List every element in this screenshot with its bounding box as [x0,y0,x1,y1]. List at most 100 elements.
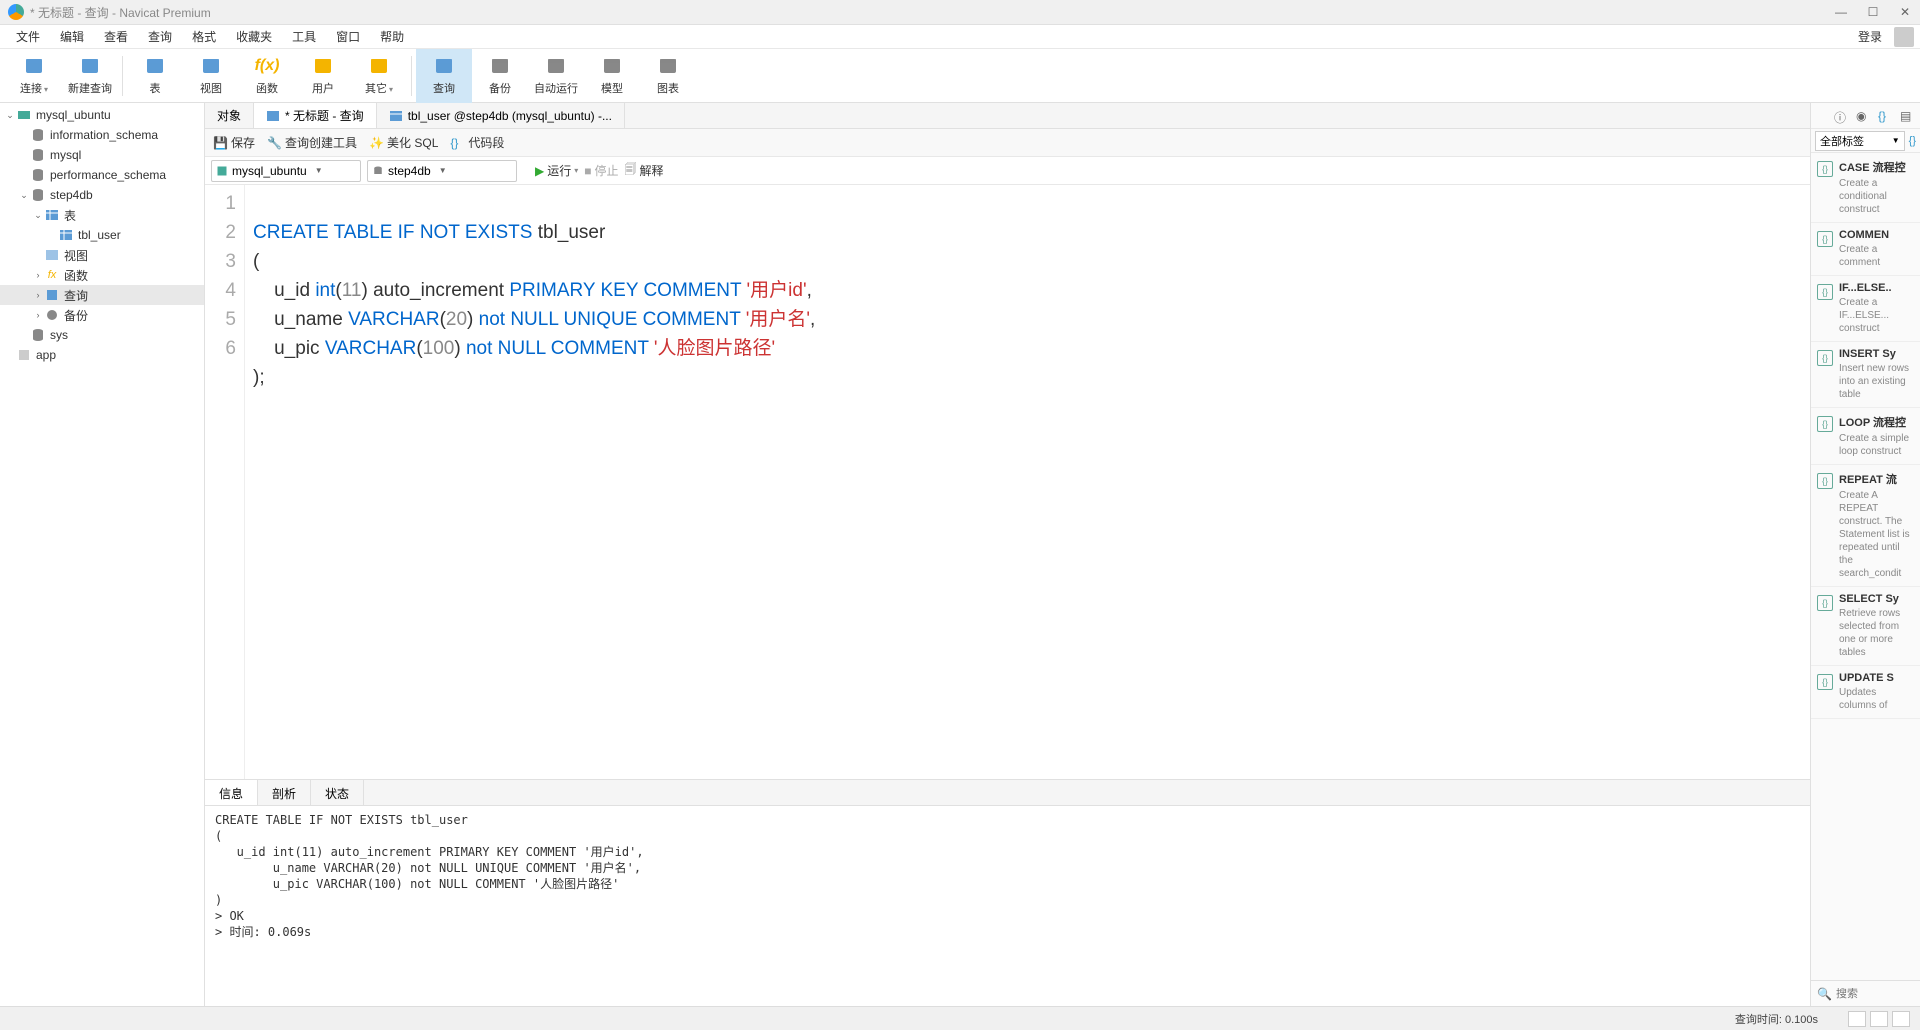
tree-tbl_user[interactable]: tbl_user [0,225,204,245]
braces-icon[interactable]: {} [1909,135,1916,147]
code-snippet-button[interactable]: {}代码段 [450,134,504,151]
tree-备份[interactable]: ›备份 [0,305,204,325]
snippet-icon: {} [1817,231,1833,247]
tab-* 无标题 - 查询[interactable]: * 无标题 - 查询 [254,103,377,128]
tree-mysql_ubuntu[interactable]: ⌄mysql_ubuntu [0,105,204,125]
snippet-filter[interactable]: 全部标签 ▼ [1815,131,1905,151]
tree-performance_schema[interactable]: performance_schema [0,165,204,185]
line-gutter: 123456 [205,185,245,779]
menu-查看[interactable]: 查看 [94,25,138,48]
menu-查询[interactable]: 查询 [138,25,182,48]
snippet-search[interactable]: 🔍 [1811,980,1920,1006]
circle-icon[interactable]: ◉ [1856,109,1870,123]
snippet-item[interactable]: {}UPDATE SUpdates columns of [1811,666,1920,719]
menu-收藏夹[interactable]: 收藏夹 [226,25,282,48]
fx-icon: fx [44,268,60,282]
plug-icon [23,55,45,77]
menu-工具[interactable]: 工具 [282,25,326,48]
snippet-item[interactable]: {}IF...ELSE..Create a IF...ELSE... const… [1811,276,1920,342]
tree-app[interactable]: app [0,345,204,365]
tree-视图[interactable]: 视图 [0,245,204,265]
snippet-list[interactable]: {}CASE 流程控Create a conditional construct… [1811,153,1920,980]
login-button[interactable]: 登录 [1850,25,1890,48]
menu-格式[interactable]: 格式 [182,25,226,48]
connection-value: mysql_ubuntu [232,164,307,178]
snippet-item[interactable]: {}COMMENCreate a comment [1811,223,1920,276]
status-icon-3[interactable] [1892,1011,1910,1027]
braces-icon[interactable]: {} [1878,109,1892,123]
tree-函数[interactable]: ›fx函数 [0,265,204,285]
stop-button[interactable]: ■停止 [584,162,618,179]
snippet-item[interactable]: {}LOOP 流程控Create a simple loop construct [1811,408,1920,465]
toolbar-fx[interactable]: f(x)函数 [239,49,295,103]
output-panel[interactable]: CREATE TABLE IF NOT EXISTS tbl_user ( u_… [205,806,1810,1006]
close-button[interactable]: ✕ [1898,5,1912,19]
menu-文件[interactable]: 文件 [6,25,50,48]
toolbar-backup[interactable]: 备份 [472,49,528,103]
beautify-sql-button[interactable]: ✨美化 SQL [369,134,438,151]
chevron-down-icon: ▼ [1892,136,1900,145]
snippet-item[interactable]: {}SELECT SyRetrieve rows selected from o… [1811,587,1920,666]
editor-text[interactable]: CREATE TABLE IF NOT EXISTS tbl_user ( u_… [245,185,1810,779]
tree-mysql[interactable]: mysql [0,145,204,165]
menu-帮助[interactable]: 帮助 [370,25,414,48]
toolbar-user[interactable]: 用户 [295,49,351,103]
toolbar-table[interactable]: 表 [127,49,183,103]
tree-表[interactable]: ⌄表 [0,205,204,225]
outtab-剖析[interactable]: 剖析 [258,780,311,805]
tree-sys[interactable]: sys [0,325,204,345]
search-input[interactable] [1836,988,1920,1000]
database-selector[interactable]: step4db ▼ [367,160,517,182]
run-button[interactable]: ▶运行▾ [535,162,578,179]
toolbar-view[interactable]: 视图 [183,49,239,103]
connection-icon [216,165,228,177]
menu-窗口[interactable]: 窗口 [326,25,370,48]
toolbar-other[interactable]: 其它▾ [351,49,407,103]
snippet-item[interactable]: {}INSERT SyInsert new rows into an exist… [1811,342,1920,408]
connection-tree[interactable]: ⌄mysql_ubuntuinformation_schemamysqlperf… [0,103,205,1006]
toolbar-plug[interactable]: 连接▾ [6,49,62,103]
toolbar-model[interactable]: 模型 [584,49,640,103]
save-button[interactable]: 💾保存 [213,134,255,151]
user-icon [312,55,334,77]
maximize-button[interactable]: ☐ [1866,5,1880,19]
minimize-button[interactable]: — [1834,5,1848,19]
stop-icon: ■ [584,164,591,178]
expand-icon: › [32,270,44,280]
output-tabs: 信息剖析状态 [205,780,1810,806]
toolbar-schedule[interactable]: 自动运行 [528,49,584,103]
magic-icon: ✨ [369,136,383,150]
menu-编辑[interactable]: 编辑 [50,25,94,48]
tree-information_schema[interactable]: information_schema [0,125,204,145]
new-query-icon [79,55,101,77]
snippet-panel: ⓘ ◉ {} ▤ 全部标签 ▼ {} {}CASE 流程控Create a co… [1810,103,1920,1006]
outtab-状态[interactable]: 状态 [311,780,364,805]
connection-bar: mysql_ubuntu ▼ step4db ▼ ▶运行▾ ■停止 🗐解释 [205,157,1810,185]
tree-查询[interactable]: ›查询 [0,285,204,305]
toolbar-chart[interactable]: 图表 [640,49,696,103]
snippet-icon: {} [1817,284,1833,300]
tab-tbl_user @step4db (mysql_ubuntu) -...[interactable]: tbl_user @step4db (mysql_ubuntu) -... [377,103,625,128]
tab-对象[interactable]: 对象 [205,103,254,128]
query-builder-button[interactable]: 🔧查询创建工具 [267,134,357,151]
backup-icon [489,55,511,77]
avatar[interactable] [1894,27,1914,47]
toolbar-query[interactable]: 查询 [416,49,472,103]
tree-step4db[interactable]: ⌄step4db [0,185,204,205]
connection-selector[interactable]: mysql_ubuntu ▼ [211,160,361,182]
sql-editor[interactable]: 123456 CREATE TABLE IF NOT EXISTS tbl_us… [205,185,1810,780]
explain-button[interactable]: 🗐解释 [625,160,664,181]
info-icon[interactable]: ⓘ [1834,109,1848,123]
snippet-icon: {} [1817,674,1833,690]
snippet-item[interactable]: {}CASE 流程控Create a conditional construct [1811,153,1920,223]
toolbar-new-query[interactable]: 新建查询 [62,49,118,103]
snippet-item[interactable]: {}REPEAT 流Create A REPEAT construct. The… [1811,465,1920,587]
query-time: 查询时间: 0.100s [1735,1011,1818,1027]
outtab-信息[interactable]: 信息 [205,780,258,805]
list-icon[interactable]: ▤ [1900,109,1914,123]
snippet-icon: {} [1817,350,1833,366]
status-icon-1[interactable] [1848,1011,1866,1027]
title-bar: * 无标题 - 查询 - Navicat Premium — ☐ ✕ [0,0,1920,25]
db-icon [30,188,46,202]
status-icon-2[interactable] [1870,1011,1888,1027]
